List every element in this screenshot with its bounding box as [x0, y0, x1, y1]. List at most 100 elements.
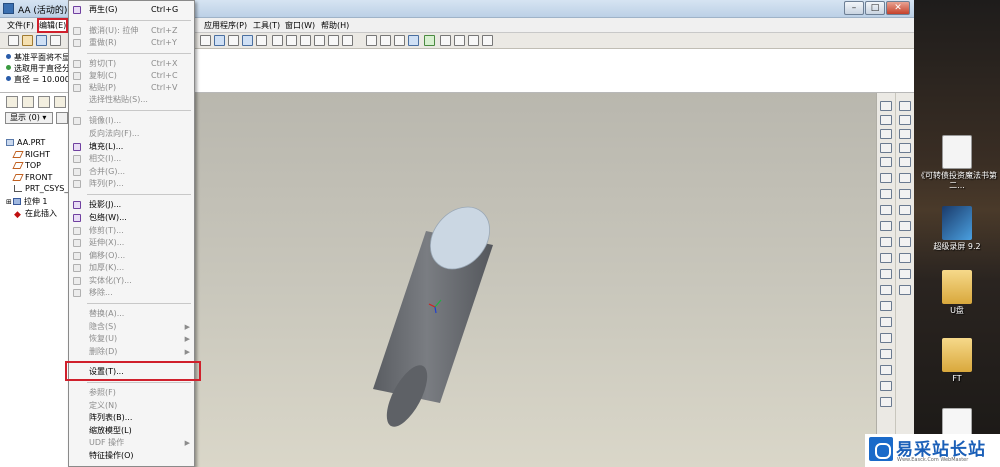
menu-item-pattern[interactable]: 阵列(P)... — [69, 178, 194, 190]
tool-icon[interactable] — [899, 173, 911, 183]
orient-mode-icon[interactable] — [256, 35, 267, 46]
tool-icon[interactable] — [899, 269, 911, 279]
menu-item-pattern-table[interactable]: 阵列表(B)... — [69, 412, 194, 424]
desktop-icon-usb-folder[interactable]: U盘 — [917, 270, 997, 316]
desktop-icon-screen-recorder[interactable]: 超级录屏 9.2 — [917, 206, 997, 252]
desktop-icon-ft-folder[interactable]: FT — [917, 338, 997, 384]
hidden-line-icon[interactable] — [380, 35, 391, 46]
menu-item-fill[interactable]: 填充(L)... — [69, 141, 194, 153]
menu-applications[interactable]: 应用程序(P) — [204, 20, 247, 31]
tree-item-front[interactable]: FRONT — [6, 173, 68, 185]
chamfer-tool-icon[interactable] — [880, 349, 892, 359]
menu-file[interactable]: 文件(F) — [7, 20, 34, 31]
menu-edit[interactable]: 编辑(E) — [36, 18, 69, 33]
wireframe-icon[interactable] — [366, 35, 377, 46]
maximize-button[interactable]: □ — [865, 1, 885, 15]
new-file-icon[interactable] — [8, 35, 19, 46]
appearance-icon[interactable] — [424, 35, 435, 46]
csys-tool-icon[interactable] — [880, 173, 892, 183]
rib-tool-icon[interactable] — [880, 301, 892, 311]
tree-item-extrude-1[interactable]: ⊞ 拉伸 1 — [6, 196, 68, 208]
blend-tool-icon[interactable] — [880, 253, 892, 263]
menu-item-trim[interactable]: 修剪(T)... — [69, 225, 194, 237]
menu-item-solidify[interactable]: 实体化(Y)... — [69, 275, 194, 287]
layers-icon[interactable] — [342, 35, 353, 46]
menu-item-mirror[interactable]: 镜像(I)... — [69, 115, 194, 127]
menu-item-copy[interactable]: 复制(C) Ctrl+C — [69, 70, 194, 82]
expand-icon[interactable]: ⊞ — [6, 198, 12, 206]
menu-item-wrap[interactable]: 包络(W)... — [69, 212, 194, 224]
menu-tools[interactable]: 工具(T) — [253, 20, 280, 31]
zoom-in-icon[interactable] — [272, 35, 283, 46]
pattern-tool-icon[interactable] — [880, 365, 892, 375]
tool-icon[interactable] — [899, 189, 911, 199]
tool-icon[interactable] — [899, 237, 911, 247]
tool-icon[interactable] — [899, 157, 911, 167]
favorites-tab-icon[interactable] — [38, 96, 50, 108]
model-tree-tab-icon[interactable] — [6, 96, 18, 108]
menu-item-udf-operations[interactable]: UDF 操作 ▶ — [69, 437, 194, 449]
datum-plane-tool-icon[interactable] — [880, 101, 892, 111]
datum-curve-tool-icon[interactable] — [880, 129, 892, 139]
tool-icon[interactable] — [899, 253, 911, 263]
merge-tool-icon[interactable] — [880, 397, 892, 407]
open-file-icon[interactable] — [22, 35, 33, 46]
menu-item-paste[interactable]: 粘贴(P) Ctrl+V — [69, 82, 194, 94]
shading-icon[interactable] — [408, 35, 419, 46]
menu-help[interactable]: 帮助(H) — [321, 20, 349, 31]
menu-item-scale-model[interactable]: 缩放模型(L) — [69, 425, 194, 437]
show-dropdown[interactable]: 显示 (0) ▾ — [5, 112, 53, 124]
menu-item-thicken[interactable]: 加厚(K)... — [69, 262, 194, 274]
desktop-icon-pdf[interactable]: 《可转债投资魔法书第二... — [917, 135, 997, 191]
menu-item-redo[interactable]: 重做(R) Ctrl+Y — [69, 37, 194, 49]
datum-axes-icon[interactable] — [454, 35, 465, 46]
menu-item-extend[interactable]: 延伸(X)... — [69, 237, 194, 249]
menu-item-remove[interactable]: 移除... — [69, 287, 194, 299]
menu-item-feature-operations[interactable]: 特征操作(O) — [69, 450, 194, 462]
menu-window[interactable]: 窗口(W) — [285, 20, 315, 31]
draft-tool-icon[interactable] — [880, 317, 892, 327]
tree-item-right[interactable]: RIGHT — [6, 150, 68, 162]
cylinder-model[interactable] — [373, 195, 502, 432]
menu-item-replace[interactable]: 替换(A)... — [69, 308, 194, 320]
menu-item-undo[interactable]: 撤消(U): 拉伸 Ctrl+Z — [69, 25, 194, 37]
menu-item-merge[interactable]: 合并(G)... — [69, 166, 194, 178]
tool-icon[interactable] — [899, 205, 911, 215]
close-button[interactable]: ✕ — [886, 1, 910, 15]
datum-points-icon[interactable] — [468, 35, 479, 46]
menu-item-resume[interactable]: 恢复(U) ▶ — [69, 333, 194, 345]
csys-display-icon[interactable] — [482, 35, 493, 46]
menu-item-cut[interactable]: 剪切(T) Ctrl+X — [69, 58, 194, 70]
print-icon[interactable] — [50, 35, 61, 46]
tool-icon[interactable] — [899, 101, 911, 111]
settings-dropdown[interactable] — [56, 112, 68, 124]
menu-item-references[interactable]: 参照(F) — [69, 387, 194, 399]
datum-axis-tool-icon[interactable] — [880, 115, 892, 125]
menu-item-offset[interactable]: 偏移(O)... — [69, 250, 194, 262]
menu-item-suppress[interactable]: 隐含(S) ▶ — [69, 321, 194, 333]
datum-planes-icon[interactable] — [440, 35, 451, 46]
menu-item-project[interactable]: 投影(J)... — [69, 199, 194, 211]
refit-view-icon[interactable] — [300, 35, 311, 46]
round-tool-icon[interactable] — [880, 333, 892, 343]
zoom-window-icon[interactable] — [228, 35, 239, 46]
connections-tab-icon[interactable] — [54, 96, 66, 108]
menu-item-intersect[interactable]: 相交(I)... — [69, 153, 194, 165]
analysis-tool-icon[interactable] — [880, 189, 892, 199]
shell-tool-icon[interactable] — [880, 285, 892, 295]
repaint-icon[interactable] — [200, 35, 211, 46]
tree-item-top[interactable]: TOP — [6, 161, 68, 173]
tree-item-aa-prt[interactable]: AA.PRT — [6, 138, 68, 150]
menu-item-define[interactable]: 定义(N) — [69, 400, 194, 412]
tool-icon[interactable] — [899, 143, 911, 153]
extrude-tool-icon[interactable] — [880, 205, 892, 215]
mirror-tool-icon[interactable] — [880, 381, 892, 391]
datum-point-tool-icon[interactable] — [880, 157, 892, 167]
spin-center-icon[interactable] — [242, 35, 253, 46]
menu-item-delete[interactable]: 删除(D) ▶ — [69, 346, 194, 358]
menu-item-flip-normals[interactable]: 反向法向(F)... — [69, 128, 194, 140]
folder-browser-tab-icon[interactable] — [22, 96, 34, 108]
tree-item-prt-csys[interactable]: PRT_CSYS_ — [6, 184, 68, 196]
zoom-out-icon[interactable] — [286, 35, 297, 46]
minimize-button[interactable]: – — [844, 1, 864, 15]
